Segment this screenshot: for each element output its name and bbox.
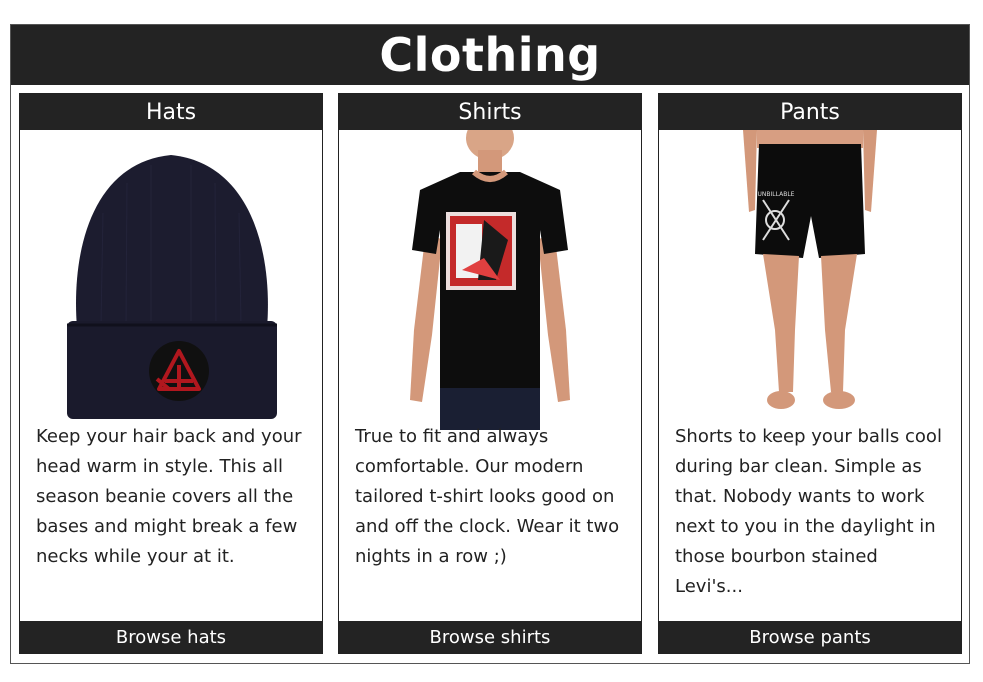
shorts-image: UNBILLABLE	[659, 130, 961, 435]
card-description: Shorts to keep your balls cool during ba…	[675, 426, 942, 597]
card-title: Pants	[659, 94, 961, 130]
t-shirt-image	[339, 130, 641, 435]
card-pants: Pants UNBILLABLE Shorts to keep your bal…	[658, 93, 962, 654]
beanie-image	[20, 130, 322, 435]
section-title: Clothing	[379, 28, 601, 82]
browse-hats-button[interactable]: Browse hats	[20, 621, 322, 653]
card-shirts: Shirts True to fit and always comfortabl…	[338, 93, 642, 654]
browse-pants-button[interactable]: Browse pants	[659, 621, 961, 653]
svg-text:UNBILLABLE: UNBILLABLE	[758, 191, 795, 198]
clothing-section: Clothing Hats Keep your hair back and yo…	[10, 24, 970, 664]
card-title: Hats	[20, 94, 322, 130]
card-hats: Hats Keep your hair back and your head w…	[19, 93, 323, 654]
card-title: Shirts	[339, 94, 641, 130]
card-description: True to fit and always comfortable. Our …	[355, 426, 620, 567]
browse-shirts-button[interactable]: Browse shirts	[339, 621, 641, 653]
section-header: Clothing	[11, 25, 969, 85]
card-description: Keep your hair back and your head warm i…	[36, 426, 302, 567]
